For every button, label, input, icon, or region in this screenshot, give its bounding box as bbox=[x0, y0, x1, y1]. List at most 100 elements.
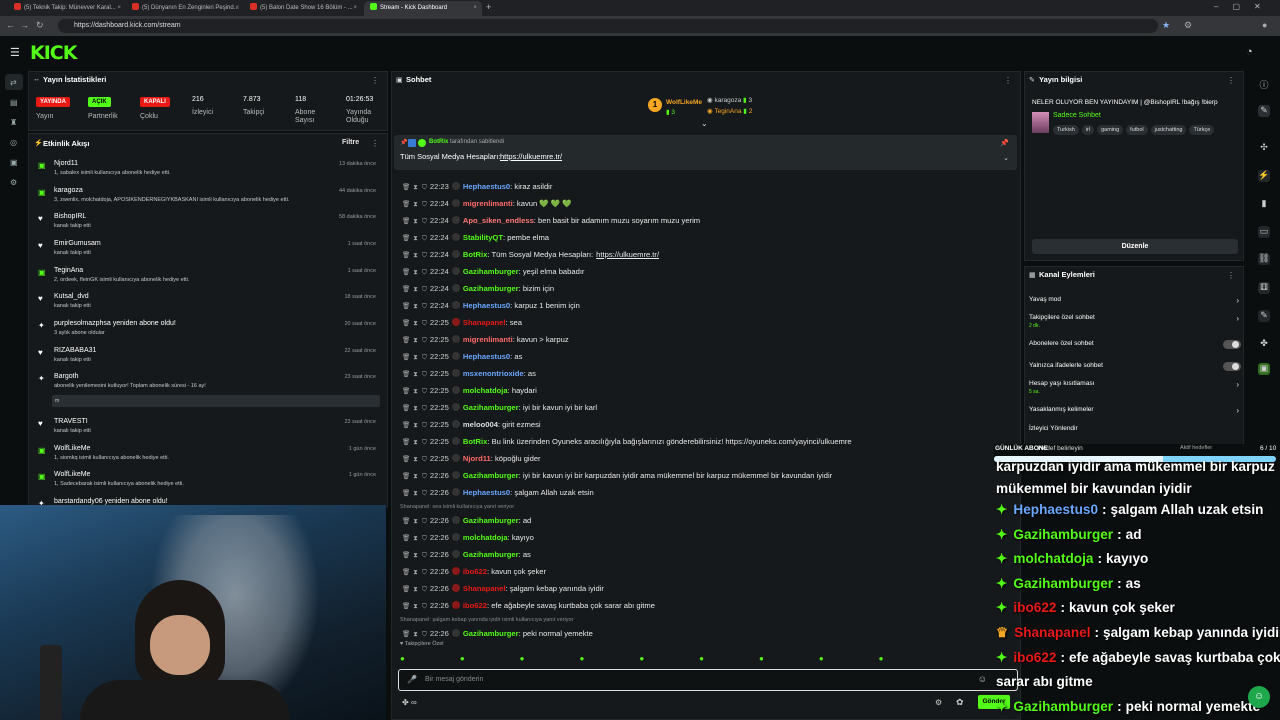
goal-active[interactable]: Aktif hedefler bbox=[1180, 445, 1212, 451]
mod-actions-icon[interactable]: 🗑⧗ bbox=[402, 183, 422, 192]
stream-tag[interactable]: Türkçe bbox=[1189, 125, 1215, 135]
chat-username[interactable]: Shanapanel bbox=[463, 318, 506, 327]
chat-username[interactable]: BotRix bbox=[463, 250, 487, 259]
close-icon[interactable]: × bbox=[473, 1, 477, 16]
close-icon[interactable]: × bbox=[235, 1, 239, 16]
browser-tab[interactable]: (5) Dünyanın En Zenginleri Peşind... × bbox=[126, 1, 244, 16]
chat-message[interactable]: 🗑⧗⛉ 22:25 msxenontrioxide: as bbox=[402, 369, 536, 379]
more-icon[interactable]: ⋮ bbox=[371, 76, 379, 85]
chat-message[interactable]: 🗑⧗⛉ 22:26 molchatdoja: kayıyo bbox=[402, 533, 534, 543]
mod-actions-icon[interactable]: 🗑⧗ bbox=[402, 568, 422, 577]
stream-tag[interactable]: gaming bbox=[1097, 125, 1124, 135]
stream-tag[interactable]: irl bbox=[1081, 125, 1095, 135]
chat-username[interactable]: Njord11 bbox=[463, 454, 491, 463]
chat-message[interactable]: 🗑⧗⛉ 22:24 StabilityQT: pembe elma bbox=[402, 233, 549, 243]
chat-message[interactable]: 🗑⧗⛉ 22:26 Gazihamburger: as bbox=[402, 550, 531, 560]
gifter-item[interactable]: ◉ karagoza ▮ 3 bbox=[707, 96, 752, 104]
new-tab-button[interactable]: + bbox=[486, 2, 491, 12]
chat-username[interactable]: migrenlimanti bbox=[463, 199, 513, 208]
gifter-item[interactable]: ◉ TeginAna ▮ 2 bbox=[707, 107, 752, 115]
chat-username[interactable]: Gazihamburger bbox=[463, 516, 519, 525]
chat-username[interactable]: meloo004 bbox=[463, 420, 498, 429]
mod-actions-icon[interactable]: 🗑⧗ bbox=[402, 551, 422, 560]
channel-action-3[interactable]: Abonelere özel sohbet bbox=[1029, 340, 1241, 358]
support-chat-icon[interactable]: ☺ bbox=[1248, 686, 1270, 708]
chat-username[interactable]: Gazihamburger bbox=[463, 267, 519, 276]
chat-username[interactable]: BotRix bbox=[463, 437, 487, 446]
chat-message[interactable]: 🗑⧗⛉ 22:26 Shanapanel: şalgam kebap yanında… bbox=[402, 584, 604, 594]
mod-actions-icon[interactable]: 🗑⧗ bbox=[402, 268, 422, 277]
chat-username[interactable]: Hephaestus0 bbox=[463, 352, 510, 361]
lightning-icon[interactable]: ⚡ bbox=[1258, 170, 1270, 182]
channel-action-7[interactable]: İzleyici Yönlendir bbox=[1029, 425, 1241, 443]
activity-name[interactable]: EmirGumusam bbox=[54, 240, 101, 247]
chat-username[interactable]: molchatdoja bbox=[463, 533, 508, 542]
mod-actions-icon[interactable]: 🗑⧗ bbox=[402, 630, 422, 639]
channel-action-5[interactable]: Hesap yaşı kısıtlaması 5 sa. › bbox=[1029, 380, 1241, 398]
mod-actions-icon[interactable]: 🗑⧗ bbox=[402, 438, 422, 447]
close-icon[interactable]: × bbox=[353, 1, 357, 16]
mod-actions-icon[interactable]: 🗑⧗ bbox=[402, 489, 422, 498]
mod-actions-icon[interactable]: 🗑⧗ bbox=[402, 285, 422, 294]
mod-actions-icon[interactable]: 🗑⧗ bbox=[402, 404, 422, 413]
pinned-link[interactable]: https://ulkuemre.tr/ bbox=[500, 152, 562, 161]
trash-icon[interactable]: ▮ bbox=[1258, 198, 1270, 210]
settings-icon[interactable]: ⚙ bbox=[10, 178, 19, 187]
category-name[interactable]: Sadece Sohbet bbox=[1053, 112, 1101, 119]
chat-message[interactable]: 🗑⧗⛉ 22:25 Shanapanel: sea bbox=[402, 318, 522, 328]
chat-message[interactable]: 🗑⧗⛉ 22:26 Hephaestus0: şalgam Allah uzak e… bbox=[402, 488, 594, 498]
mod-actions-icon[interactable]: 🗑⧗ bbox=[402, 517, 422, 526]
gift-icon[interactable]: ✿ bbox=[956, 697, 964, 708]
chat-username[interactable]: msxenontrioxide bbox=[463, 369, 524, 378]
activity-name[interactable]: BishopIRL bbox=[54, 213, 86, 220]
chat-message[interactable]: 🗑⧗⛉ 22:25 Hephaestus0: as bbox=[402, 352, 522, 362]
chat-message[interactable]: 🗑⧗⛉ 22:25 Njord11: köpoğlu gider bbox=[402, 454, 541, 464]
settings-icon[interactable]: ⚙ bbox=[935, 698, 942, 707]
chat-username[interactable]: ibo622 bbox=[463, 567, 487, 576]
mod-actions-icon[interactable]: 🗑⧗ bbox=[402, 421, 422, 430]
people-icon[interactable]: ✤ bbox=[1258, 338, 1270, 350]
community-icon[interactable]: ◎ bbox=[10, 138, 19, 147]
activity-name[interactable]: Njord11 bbox=[54, 160, 78, 167]
chat-username[interactable]: Apo_siken_endless bbox=[463, 216, 534, 225]
chat-bubble-icon[interactable]: ▭ bbox=[1258, 226, 1270, 238]
chat-username[interactable]: molchatdoja bbox=[463, 386, 508, 395]
notifications-icon[interactable]: ◔ bbox=[1246, 46, 1253, 58]
chat-username[interactable]: migrenlimanti bbox=[463, 335, 513, 344]
chat-link[interactable]: https://ulkuemre.tr/ bbox=[596, 250, 659, 259]
chat-username[interactable]: Hephaestus0 bbox=[463, 301, 510, 310]
activity-name[interactable]: Kutsal_dvd bbox=[54, 293, 89, 300]
channel-action-1[interactable]: Yavaş mod › bbox=[1029, 296, 1241, 314]
chat-username[interactable]: Hephaestus0 bbox=[463, 182, 510, 191]
chat-message[interactable]: 🗑⧗⛉ 22:26 Gazihamburger: peki normal yemek… bbox=[402, 629, 593, 639]
extension-icon[interactable]: ⚙ bbox=[1184, 20, 1192, 31]
info-icon[interactable]: ⓘ bbox=[1258, 78, 1270, 90]
channel-action-4[interactable]: Yalnızca ifadelerle sohbet bbox=[1029, 362, 1241, 380]
bookmark-star-icon[interactable]: ★ bbox=[1162, 20, 1170, 31]
edit-button[interactable]: Düzenle bbox=[1032, 239, 1238, 254]
mod-actions-icon[interactable]: 🗑⧗ bbox=[402, 455, 422, 464]
chat-message[interactable]: 🗑⧗⛉ 22:25 migrenlimanti: kavun > karpuz bbox=[402, 335, 569, 345]
chat-username[interactable]: ibo622 bbox=[463, 601, 487, 610]
activity-name[interactable]: karagoza bbox=[54, 187, 83, 194]
close-icon[interactable]: × bbox=[117, 1, 121, 16]
chat-message[interactable]: 🗑⧗⛉ 22:26 ibo622: efe ağabeyle savaş kurtb… bbox=[402, 601, 655, 611]
chat-message[interactable]: 🗑⧗⛉ 22:25 BotRix: Bu link üzerinden Oyunek… bbox=[402, 437, 852, 447]
stream-icon[interactable]: ⇄ bbox=[10, 78, 19, 87]
activity-name[interactable]: WolfLikeMe bbox=[54, 445, 90, 452]
mod-actions-icon[interactable]: 🗑⧗ bbox=[402, 200, 422, 209]
profile-icon[interactable]: ● bbox=[1262, 20, 1267, 30]
gifter-name[interactable]: WolfLikeMe bbox=[666, 99, 702, 106]
mod-actions-icon[interactable]: 🗑⧗ bbox=[402, 302, 422, 311]
clip-icon[interactable]: ▣ bbox=[1258, 363, 1270, 375]
chat-username[interactable]: StabilityQT bbox=[463, 233, 503, 242]
chat-username[interactable]: Gazihamburger bbox=[463, 284, 519, 293]
more-icon[interactable]: ⋮ bbox=[371, 139, 379, 148]
chat-message[interactable]: 🗑⧗⛉ 22:25 meloo004: girit ezmesi bbox=[402, 420, 541, 430]
mod-actions-icon[interactable]: 🗑⧗ bbox=[402, 534, 422, 543]
chat-message[interactable]: 🗑⧗⛉ 22:25 Gazihamburger: iyi bir kavun iyi… bbox=[402, 403, 597, 413]
chat-input[interactable]: 🎤 Bir mesaj gönderin ☺ bbox=[398, 669, 1018, 691]
dice-icon[interactable]: ⚅ bbox=[1258, 282, 1270, 294]
chat-username[interactable]: Hephaestus0 bbox=[463, 488, 510, 497]
mod-actions-icon[interactable]: 🗑⧗ bbox=[402, 319, 422, 328]
